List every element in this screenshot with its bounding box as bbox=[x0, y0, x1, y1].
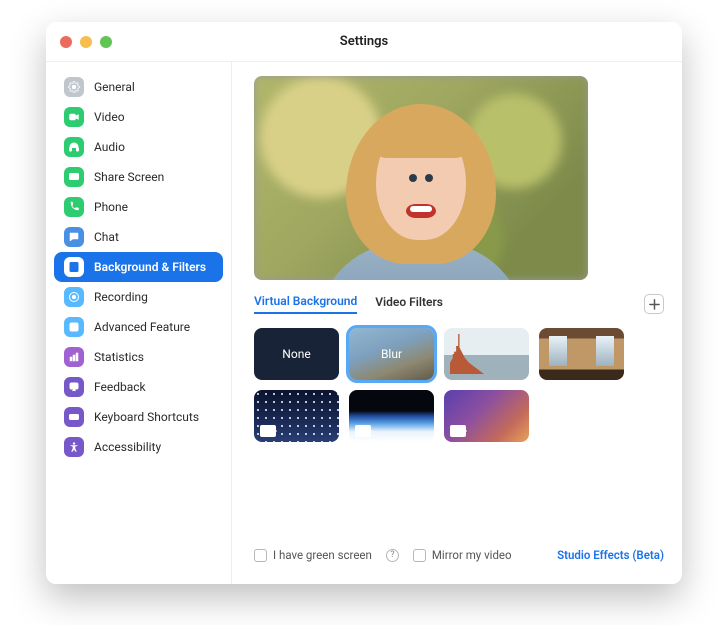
plus-square-icon bbox=[64, 317, 84, 337]
background-thumb-room[interactable] bbox=[539, 328, 624, 380]
sidebar-item-background-filters[interactable]: Background & Filters bbox=[54, 252, 223, 282]
record-icon bbox=[64, 287, 84, 307]
sidebar-item-label: Audio bbox=[94, 140, 125, 154]
chat-icon bbox=[64, 227, 84, 247]
settings-window: Settings General Video Audio Share Screen Ph… bbox=[46, 22, 682, 584]
sidebar-item-statistics[interactable]: Statistics bbox=[54, 342, 223, 372]
video-badge-icon bbox=[260, 425, 276, 437]
sidebar: General Video Audio Share Screen Phone Chat Ba… bbox=[46, 62, 232, 584]
stats-icon bbox=[64, 347, 84, 367]
headphones-icon bbox=[64, 137, 84, 157]
sidebar-item-label: Video bbox=[94, 110, 125, 124]
sidebar-item-keyboard-shortcuts[interactable]: Keyboard Shortcuts bbox=[54, 402, 223, 432]
portrait-icon bbox=[64, 257, 84, 277]
sidebar-item-chat[interactable]: Chat bbox=[54, 222, 223, 252]
green-screen-label: I have green screen bbox=[273, 548, 372, 562]
add-background-button[interactable] bbox=[644, 294, 664, 314]
accessibility-icon bbox=[64, 437, 84, 457]
sidebar-item-accessibility[interactable]: Accessibility bbox=[54, 432, 223, 462]
tab-virtual-background[interactable]: Virtual Background bbox=[254, 294, 357, 314]
background-thumb-label: Blur bbox=[381, 347, 402, 361]
window-title: Settings bbox=[46, 34, 682, 49]
gear-icon bbox=[64, 77, 84, 97]
sidebar-item-phone[interactable]: Phone bbox=[54, 192, 223, 222]
background-thumb-gradient[interactable] bbox=[444, 390, 529, 442]
sidebar-item-label: Accessibility bbox=[94, 440, 161, 454]
sidebar-item-label: Feedback bbox=[94, 380, 146, 394]
mirror-video-label: Mirror my video bbox=[432, 548, 512, 562]
video-badge-icon bbox=[355, 425, 371, 437]
tab-video-filters[interactable]: Video Filters bbox=[375, 295, 443, 313]
sidebar-item-label: General bbox=[94, 80, 135, 94]
sidebar-item-label: Recording bbox=[94, 290, 148, 304]
sidebar-item-label: Share Screen bbox=[94, 170, 164, 184]
sidebar-item-feedback[interactable]: Feedback bbox=[54, 372, 223, 402]
sidebar-item-advanced-feature[interactable]: Advanced Feature bbox=[54, 312, 223, 342]
body: General Video Audio Share Screen Phone Chat Ba… bbox=[46, 62, 682, 584]
green-screen-help-icon[interactable]: ? bbox=[386, 549, 399, 562]
keyboard-icon bbox=[64, 407, 84, 427]
footer: I have green screen ? Mirror my video St… bbox=[254, 538, 664, 576]
tab-row: Virtual Background Video Filters bbox=[254, 294, 664, 314]
background-thumb-blur[interactable]: Blur bbox=[349, 328, 434, 380]
sidebar-item-video[interactable]: Video bbox=[54, 102, 223, 132]
sidebar-item-label: Advanced Feature bbox=[94, 320, 190, 334]
sidebar-item-label: Background & Filters bbox=[94, 260, 206, 274]
background-thumb-earth[interactable] bbox=[349, 390, 434, 442]
studio-effects-link[interactable]: Studio Effects (Beta) bbox=[557, 548, 664, 562]
sidebar-item-recording[interactable]: Recording bbox=[54, 282, 223, 312]
phone-icon bbox=[64, 197, 84, 217]
background-grid: None Blur bbox=[254, 328, 664, 442]
video-badge-icon bbox=[450, 425, 466, 437]
main-panel: Virtual Background Video Filters None Blu… bbox=[232, 62, 682, 584]
share-icon bbox=[64, 167, 84, 187]
sidebar-item-general[interactable]: General bbox=[54, 72, 223, 102]
sidebar-item-label: Phone bbox=[94, 200, 128, 214]
sidebar-item-label: Keyboard Shortcuts bbox=[94, 410, 199, 424]
feedback-icon bbox=[64, 377, 84, 397]
video-preview bbox=[254, 76, 588, 280]
video-icon bbox=[64, 107, 84, 127]
background-thumb-none[interactable]: None bbox=[254, 328, 339, 380]
background-thumb-stars[interactable] bbox=[254, 390, 339, 442]
sidebar-item-share-screen[interactable]: Share Screen bbox=[54, 162, 223, 192]
sidebar-item-label: Chat bbox=[94, 230, 119, 244]
sidebar-item-label: Statistics bbox=[94, 350, 144, 364]
background-thumb-bridge[interactable] bbox=[444, 328, 529, 380]
sidebar-item-audio[interactable]: Audio bbox=[54, 132, 223, 162]
green-screen-checkbox[interactable]: I have green screen bbox=[254, 548, 372, 562]
background-thumb-label: None bbox=[282, 347, 310, 361]
mirror-video-checkbox[interactable]: Mirror my video bbox=[413, 548, 512, 562]
titlebar: Settings bbox=[46, 22, 682, 62]
